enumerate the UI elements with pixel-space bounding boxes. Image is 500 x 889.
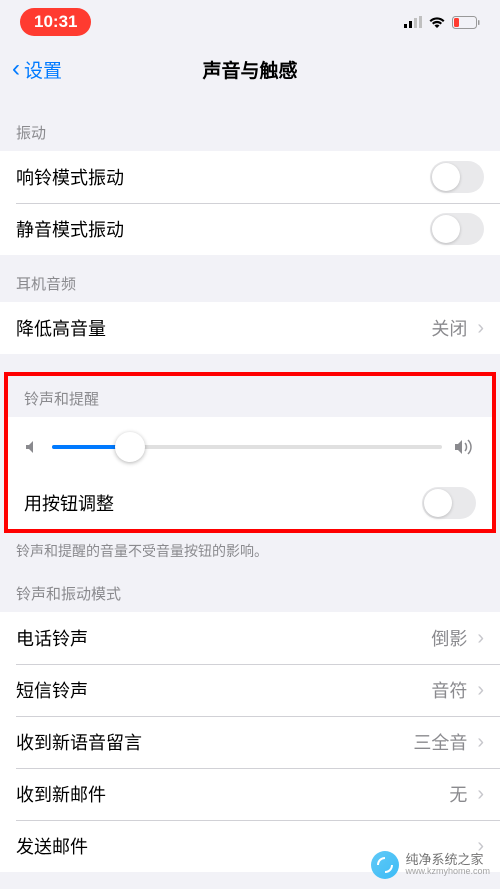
chevron-left-icon: ‹ [12,57,20,81]
highlight-annotation: 铃声和提醒 用按钮调整 [4,372,496,533]
watermark-logo-icon [371,851,399,879]
section-header-ringer: 铃声和提醒 [8,376,492,417]
row-value: 三全音 › [413,729,484,755]
watermark-title: 纯净系统之家 [405,853,490,867]
row-button-adjust[interactable]: 用按钮调整 [8,477,492,529]
watermark-url: www.kzmyhome.com [405,867,490,877]
slider-ringer-volume[interactable] [52,445,442,449]
volume-high-icon [454,438,476,456]
section-footer-ringer: 铃声和提醒的音量不受音量按钮的影响。 [0,533,500,565]
row-label: 响铃模式振动 [16,164,124,190]
toggle-button-adjust[interactable] [422,487,476,519]
back-button[interactable]: ‹ 设置 [12,56,62,83]
nav-bar: ‹ 设置 声音与触感 [0,44,500,94]
chevron-right-icon: › [477,783,484,806]
row-ringer-slider [8,417,492,477]
chevron-right-icon: › [477,679,484,702]
row-silent-vibrate[interactable]: 静音模式振动 [0,203,500,255]
page-title: 声音与触感 [202,56,297,83]
row-text-tone[interactable]: 短信铃声 音符 › [0,664,500,716]
row-value: 关闭 › [431,315,484,341]
content-scroll[interactable]: 振动 响铃模式振动 静音模式振动 耳机音频 降低高音量 关闭 › 铃声和提醒 用… [0,94,500,889]
cellular-icon [404,16,422,28]
row-reduce-loud[interactable]: 降低高音量 关闭 › [0,302,500,354]
row-value: 音符 › [431,677,484,703]
slider-thumb[interactable] [115,432,145,462]
section-header-vibrate: 振动 [0,104,500,151]
status-bar: 10:31 [0,0,500,44]
chevron-right-icon: › [477,731,484,754]
row-ring-vibrate[interactable]: 响铃模式振动 [0,151,500,203]
row-label: 用按钮调整 [24,490,114,516]
section-header-headphone: 耳机音频 [0,255,500,302]
row-label: 收到新邮件 [16,781,106,807]
row-new-mail[interactable]: 收到新邮件 无 › [0,768,500,820]
chevron-right-icon: › [477,317,484,340]
time-recording-pill[interactable]: 10:31 [20,8,91,36]
wifi-icon [428,16,446,29]
row-label: 收到新语音留言 [16,729,142,755]
row-value: 无 › [449,781,484,807]
row-label: 电话铃声 [16,625,88,651]
row-label: 降低高音量 [16,315,106,341]
volume-low-icon [24,439,40,455]
toggle-ring-vibrate[interactable] [430,161,484,193]
watermark: 纯净系统之家 www.kzmyhome.com [371,851,490,879]
toggle-silent-vibrate[interactable] [430,213,484,245]
status-icons [404,16,480,29]
row-voicemail[interactable]: 收到新语音留言 三全音 › [0,716,500,768]
row-value: 倒影 › [431,625,484,651]
row-label: 静音模式振动 [16,216,124,242]
row-ringtone[interactable]: 电话铃声 倒影 › [0,612,500,664]
row-label: 短信铃声 [16,677,88,703]
row-label: 发送邮件 [16,833,88,859]
battery-low-icon [452,16,480,29]
section-header-patterns: 铃声和振动模式 [0,565,500,612]
chevron-right-icon: › [477,627,484,650]
back-label: 设置 [24,56,62,83]
